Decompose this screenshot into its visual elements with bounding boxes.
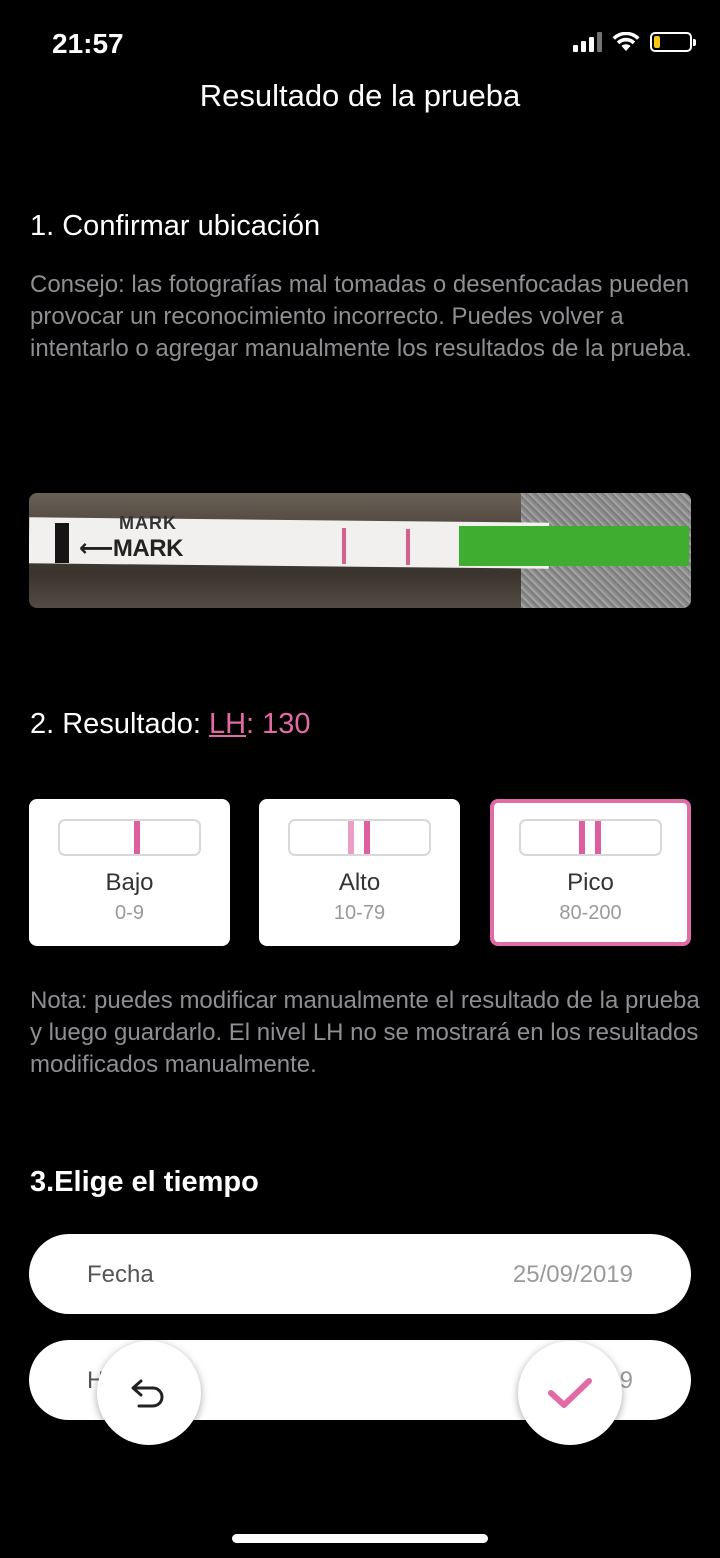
confirm-button[interactable]: [518, 1341, 622, 1445]
cellular-signal-icon: [573, 32, 602, 52]
level-card-peak-selected[interactable]: Pico 80-200: [490, 799, 691, 946]
date-value: 25/09/2019: [512, 1261, 633, 1288]
test-strip-photo: MARK ⟵MARK: [29, 493, 691, 608]
home-indicator: [232, 1534, 488, 1543]
section-result-title: 2. Resultado: LH: 130: [30, 708, 311, 741]
section-choose-time-title: 3.Elige el tiempo: [30, 1166, 259, 1198]
mini-strip-icon: [58, 819, 201, 856]
level-label: Alto: [338, 869, 381, 896]
date-label: Fecha: [87, 1261, 154, 1288]
manual-edit-note: Nota: puedes modificar manualmente el re…: [30, 987, 700, 1078]
strip-mark-label: MARK: [112, 535, 184, 562]
page-title: Resultado de la prueba: [199, 78, 521, 113]
strip-marker-bar: [55, 523, 69, 563]
level-range: 10-79: [333, 902, 386, 924]
strip-mark-text: ⟵MARK: [79, 535, 184, 562]
strip-green-handle: [459, 526, 689, 566]
status-bar: 21:57: [0, 0, 720, 90]
strip-mark-text-top: MARK: [119, 513, 177, 533]
strip-test-line: [406, 529, 410, 565]
result-title-prefix: 2. Resultado:: [30, 708, 209, 740]
back-button[interactable]: [97, 1341, 201, 1445]
level-range: 0-9: [115, 902, 144, 924]
level-card-high[interactable]: Alto 10-79: [259, 799, 460, 946]
lh-value: : 130: [246, 708, 311, 740]
status-icons: [573, 32, 696, 52]
level-card-low[interactable]: Bajo 0-9: [29, 799, 230, 946]
section-confirm-location-title: 1. Confirmar ubicación: [30, 210, 321, 242]
date-picker-row[interactable]: Fecha 25/09/2019: [29, 1234, 691, 1314]
lh-level-options: Bajo 0-9 Alto 10-79 Pico 80-200: [29, 799, 691, 946]
undo-arrow-icon: [131, 1379, 164, 1408]
wifi-icon: [612, 32, 640, 51]
battery-icon: [650, 32, 696, 52]
level-label: Bajo: [105, 869, 154, 896]
mini-strip-icon: [519, 819, 662, 856]
checkmark-icon: [548, 1378, 592, 1408]
lh-link[interactable]: LH: [209, 708, 246, 740]
level-range: 80-200: [559, 902, 622, 924]
level-label: Pico: [567, 869, 614, 896]
mini-strip-icon: [288, 819, 431, 856]
strip-control-line: [342, 528, 346, 564]
photo-tip-text: Consejo: las fotografías mal tomadas o d…: [30, 271, 692, 362]
status-time: 21:57: [52, 28, 124, 59]
